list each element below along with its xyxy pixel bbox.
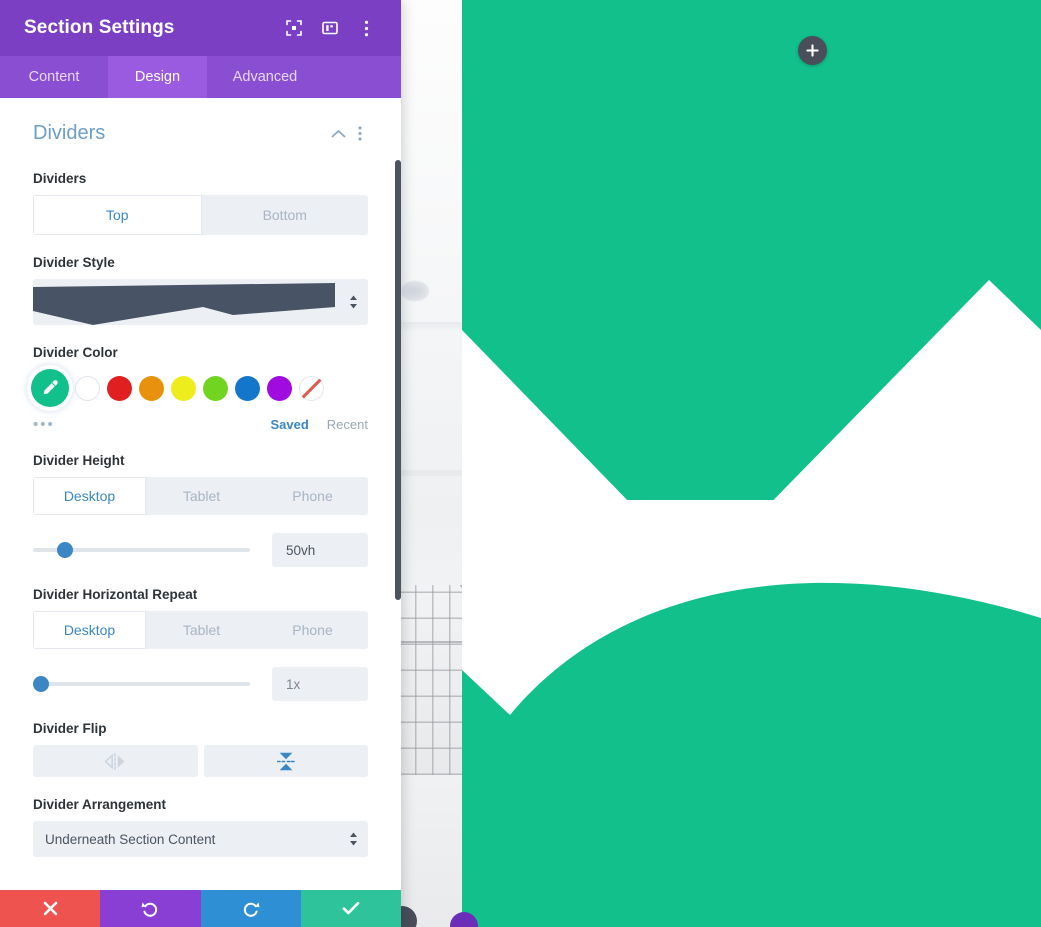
divider-height-label: Divider Height: [33, 453, 125, 468]
divider-color-subrow: ••• Saved Recent: [33, 416, 368, 433]
color-swatch-orange[interactable]: [139, 375, 164, 401]
panel-title: Section Settings: [24, 17, 175, 38]
color-swatch-none[interactable]: [299, 375, 324, 401]
tab-content[interactable]: Content: [0, 56, 108, 98]
close-icon: [43, 901, 57, 916]
panel-body: Dividers Dividers Top Bottom Divider Sty…: [0, 98, 401, 890]
undo-button[interactable]: [100, 890, 201, 927]
background-photo-detail: [400, 280, 430, 302]
color-swatch-red[interactable]: [107, 375, 132, 401]
device-desktop[interactable]: Desktop: [33, 611, 146, 649]
focus-target-icon[interactable]: [279, 13, 309, 43]
device-tablet[interactable]: Tablet: [146, 611, 257, 649]
section-title: Dividers: [33, 122, 106, 144]
device-tablet[interactable]: Tablet: [146, 477, 257, 515]
recent-colors-link[interactable]: Recent: [327, 417, 368, 432]
more-options-icon[interactable]: [351, 13, 381, 43]
divider-height-slider-row: 50vh: [33, 533, 368, 567]
flip-horizontal-button[interactable]: [33, 745, 198, 777]
undo-icon: [141, 901, 158, 917]
tab-advanced[interactable]: Advanced: [207, 56, 323, 98]
plus-icon: [806, 44, 819, 57]
divider-style-select[interactable]: [33, 279, 368, 325]
slider-knob[interactable]: [56, 542, 73, 558]
divider-height-slider[interactable]: [33, 542, 250, 558]
more-options-icon[interactable]: [352, 126, 368, 141]
section-divider-bottom: [462, 582, 1041, 927]
divider-height-device-toggle: Desktop Tablet Phone: [33, 477, 368, 515]
divider-style-preview: [33, 283, 335, 325]
slider-track: [33, 682, 250, 686]
background-photo-bedframe: [398, 585, 462, 775]
divider-repeat-device-toggle: Desktop Tablet Phone: [33, 611, 368, 649]
device-phone[interactable]: Phone: [257, 611, 368, 649]
background-photo: [398, 0, 462, 927]
redo-button[interactable]: [200, 890, 301, 927]
check-icon: [342, 901, 360, 915]
background-photo-detail: [398, 470, 462, 476]
color-swatch-blue[interactable]: [235, 375, 260, 401]
redo-icon: [243, 901, 260, 917]
selected-color-swatch[interactable]: [31, 369, 69, 407]
dividers-option-bottom[interactable]: Bottom: [201, 195, 368, 235]
dividers-section-header: Dividers: [33, 98, 368, 151]
color-swatch-purple[interactable]: [267, 375, 292, 401]
panel-footer: [0, 890, 401, 927]
panel-tabs: Content Design Advanced: [0, 56, 401, 98]
device-phone[interactable]: Phone: [257, 477, 368, 515]
saved-colors-link[interactable]: Saved: [270, 417, 308, 432]
discard-button[interactable]: [0, 890, 101, 927]
divider-flip-label: Divider Flip: [33, 721, 107, 736]
device-desktop[interactable]: Desktop: [33, 477, 146, 515]
dividers-option-top[interactable]: Top: [33, 195, 202, 235]
select-caret-icon: [349, 295, 358, 309]
color-swatch-green[interactable]: [203, 375, 228, 401]
divider-horizontal-repeat-label: Divider Horizontal Repeat: [33, 587, 198, 602]
layout-columns-icon[interactable]: [315, 13, 345, 43]
divider-arrangement-value: Underneath Section Content: [45, 831, 216, 847]
divider-repeat-slider-row: 1x: [33, 667, 368, 701]
flip-vertical-button[interactable]: [203, 745, 368, 777]
chevron-up-icon[interactable]: [325, 129, 352, 139]
color-swatch-yellow[interactable]: [171, 375, 196, 401]
app-root: Section Settings Content Design Advanced…: [0, 0, 1041, 927]
flip-vertical-icon: [276, 752, 295, 770]
panel-scrollbar[interactable]: [395, 160, 401, 600]
divider-flip-buttons: [33, 745, 368, 777]
divider-arrangement-select[interactable]: Underneath Section Content: [33, 821, 368, 857]
divider-color-swatches: [31, 369, 368, 407]
divider-color-label: Divider Color: [33, 345, 118, 360]
section-divider-top: [462, 0, 1041, 500]
divider-style-label: Divider Style: [33, 255, 115, 270]
dividers-field-label: Dividers: [33, 171, 87, 186]
background-photo-detail: [398, 322, 462, 332]
eyedropper-icon: [43, 380, 58, 395]
section-settings-panel: Section Settings Content Design Advanced…: [0, 0, 401, 927]
dividers-toggle: Top Bottom: [33, 195, 368, 235]
divider-height-input[interactable]: 50vh: [272, 533, 368, 567]
add-section-button[interactable]: [798, 36, 827, 65]
select-caret-icon: [349, 832, 358, 846]
save-button[interactable]: [300, 890, 401, 927]
color-swatch-white[interactable]: [75, 375, 100, 401]
slider-knob[interactable]: [33, 676, 49, 692]
divider-repeat-slider[interactable]: [33, 676, 250, 692]
divider-arrangement-label: Divider Arrangement: [33, 797, 167, 812]
panel-header: Section Settings: [0, 0, 401, 56]
more-colors-button[interactable]: •••: [33, 416, 252, 433]
tab-design[interactable]: Design: [108, 56, 207, 98]
divider-repeat-input[interactable]: 1x: [272, 667, 368, 701]
flip-horizontal-icon: [104, 752, 125, 770]
